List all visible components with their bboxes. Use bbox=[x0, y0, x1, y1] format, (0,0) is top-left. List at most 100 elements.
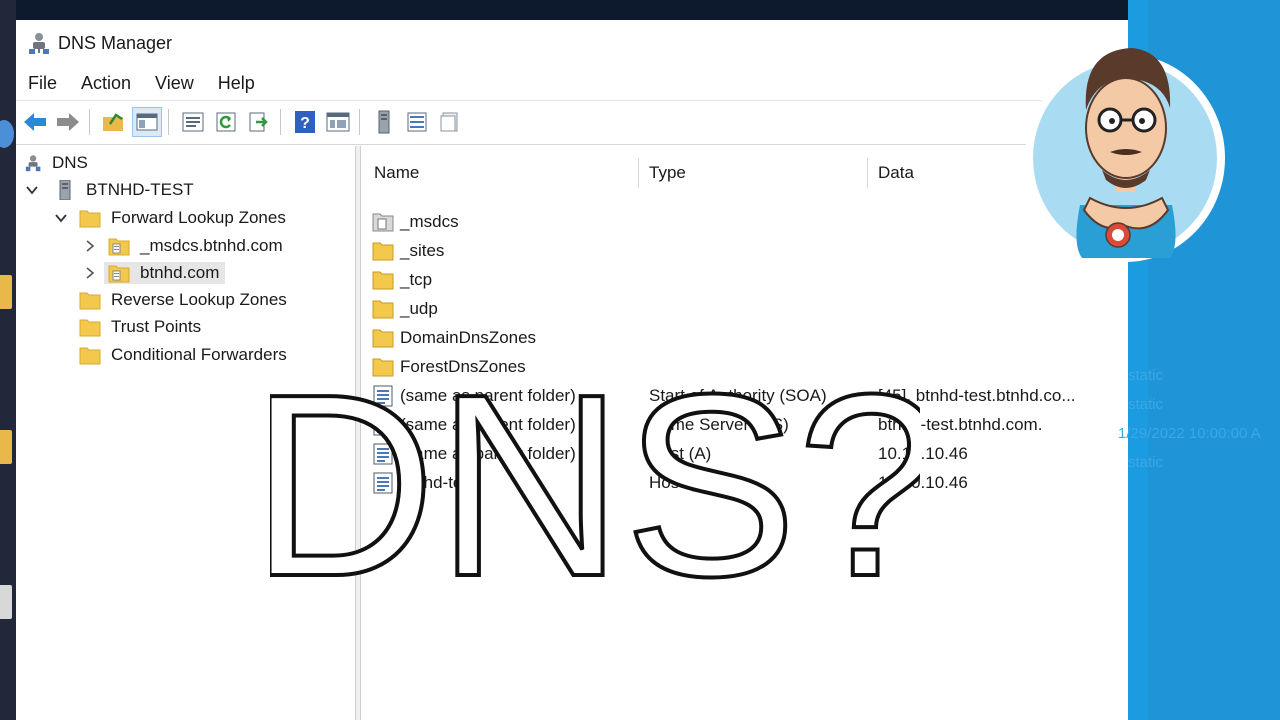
chevron-down-icon[interactable] bbox=[24, 182, 40, 198]
divider bbox=[16, 144, 1128, 145]
background-text: static bbox=[1128, 454, 1164, 471]
chevron-right-icon[interactable] bbox=[82, 265, 98, 281]
tree-item-dns[interactable]: DNS bbox=[24, 150, 88, 176]
list-item[interactable]: _sites bbox=[362, 237, 1128, 265]
zone-folder-icon bbox=[372, 213, 394, 232]
tree-item-forward-zones[interactable]: Forward Lookup Zones bbox=[53, 205, 286, 231]
tree-item-zone-msdcs[interactable]: _msdcs.btnhd.com bbox=[82, 233, 283, 259]
tree-item-zone-btnhd[interactable]: btnhd.com bbox=[82, 260, 226, 286]
folder-icon bbox=[79, 319, 101, 337]
detail-view-button[interactable] bbox=[435, 107, 465, 137]
menu-action[interactable]: Action bbox=[69, 73, 143, 94]
tree-label: _msdcs.btnhd.com bbox=[140, 236, 283, 255]
list-item[interactable]: _msdcs bbox=[362, 208, 1128, 236]
folder-icon bbox=[79, 210, 101, 228]
cell-name: _tcp bbox=[372, 266, 632, 294]
show-hide-tree-button[interactable] bbox=[132, 107, 162, 137]
record-data bbox=[878, 295, 1118, 323]
tree-item-server[interactable]: BTNHD-TEST bbox=[24, 177, 194, 203]
folder-icon bbox=[79, 292, 101, 310]
cell-name: _udp bbox=[372, 295, 632, 323]
desktop-icon[interactable] bbox=[0, 585, 12, 619]
console-icon bbox=[326, 112, 350, 132]
desktop-top-bar bbox=[16, 0, 1128, 20]
up-level-button[interactable] bbox=[99, 107, 129, 137]
toolbar-separator bbox=[168, 109, 169, 135]
toolbar-separator bbox=[359, 109, 360, 135]
folder-icon bbox=[372, 300, 394, 319]
server-icon bbox=[59, 180, 71, 200]
menu-file[interactable]: File bbox=[16, 73, 69, 94]
dns-icon bbox=[25, 155, 41, 172]
selected-item: btnhd.com bbox=[104, 262, 226, 284]
menu-view[interactable]: View bbox=[143, 73, 206, 94]
properties-button[interactable] bbox=[178, 107, 208, 137]
server-button[interactable] bbox=[369, 107, 399, 137]
list-view-icon bbox=[407, 112, 427, 132]
record-name: _sites bbox=[400, 241, 445, 260]
forward-icon bbox=[57, 113, 79, 131]
menu-bar: File Action View Help bbox=[16, 68, 267, 98]
zone-icon bbox=[108, 238, 130, 256]
show-tree-icon bbox=[136, 113, 158, 131]
svg-text:?: ? bbox=[300, 115, 310, 132]
menu-help[interactable]: Help bbox=[206, 73, 267, 94]
avatar bbox=[1025, 48, 1225, 262]
detail-view-icon bbox=[440, 112, 458, 132]
chevron-right-icon[interactable] bbox=[82, 238, 98, 254]
record-type bbox=[649, 295, 861, 323]
column-separator[interactable] bbox=[638, 158, 639, 188]
column-header-data[interactable]: Data bbox=[878, 158, 914, 188]
help-button[interactable]: ? bbox=[290, 107, 320, 137]
chevron-down-icon[interactable] bbox=[53, 210, 69, 226]
desktop-icon[interactable] bbox=[0, 120, 14, 148]
back-icon bbox=[24, 113, 46, 131]
tree-label: btnhd.com bbox=[140, 263, 220, 282]
title-bar: DNS Manager bbox=[16, 20, 1128, 66]
column-separator[interactable] bbox=[867, 158, 868, 188]
zone-icon bbox=[108, 265, 130, 283]
refresh-button[interactable] bbox=[211, 107, 241, 137]
tree-item-trust-points[interactable]: Trust Points bbox=[79, 314, 201, 340]
overlay-text: DNS? bbox=[270, 341, 920, 610]
toolbar-separator bbox=[89, 109, 90, 135]
desktop-icon[interactable] bbox=[0, 275, 12, 309]
console-button[interactable] bbox=[323, 107, 353, 137]
divider bbox=[16, 100, 1128, 101]
refresh-icon bbox=[216, 112, 236, 132]
record-name: _tcp bbox=[400, 270, 433, 289]
record-name: _udp bbox=[400, 299, 438, 318]
column-header-name[interactable]: Name bbox=[374, 158, 419, 188]
desktop-icon[interactable] bbox=[0, 430, 12, 464]
list-item[interactable]: _tcp bbox=[362, 266, 1128, 294]
export-list-button[interactable] bbox=[244, 107, 274, 137]
tree-label: DNS bbox=[52, 153, 88, 172]
background-text: static bbox=[1128, 367, 1164, 384]
record-type bbox=[649, 208, 861, 236]
overlay-title: DNS? bbox=[270, 339, 920, 610]
tree-label: Forward Lookup Zones bbox=[111, 208, 286, 227]
column-header-type[interactable]: Type bbox=[649, 158, 686, 188]
dns-manager-icon bbox=[29, 33, 49, 54]
background-text: static bbox=[1128, 396, 1164, 413]
up-folder-icon bbox=[103, 113, 123, 131]
desktop-strip bbox=[0, 0, 16, 720]
tree-label: Reverse Lookup Zones bbox=[111, 290, 287, 309]
forward-button[interactable] bbox=[53, 107, 83, 137]
record-name: _msdcs bbox=[400, 212, 459, 231]
folder-icon bbox=[372, 242, 394, 261]
back-button[interactable] bbox=[20, 107, 50, 137]
cell-name: _sites bbox=[372, 237, 632, 265]
list-view-button[interactable] bbox=[402, 107, 432, 137]
list-item[interactable]: _udp bbox=[362, 295, 1128, 323]
tree-label: Conditional Forwarders bbox=[111, 345, 287, 364]
cell-name: _msdcs bbox=[372, 208, 632, 236]
tree-label: BTNHD-TEST bbox=[86, 180, 194, 199]
server-icon bbox=[378, 110, 390, 134]
help-icon: ? bbox=[295, 111, 315, 133]
tree-item-conditional-forwarders[interactable]: Conditional Forwarders bbox=[79, 342, 287, 368]
tree-item-reverse-zones[interactable]: Reverse Lookup Zones bbox=[79, 287, 287, 313]
properties-icon bbox=[182, 112, 204, 132]
window-title: DNS Manager bbox=[58, 32, 173, 53]
background-text: 1/29/2022 10:00:00 A bbox=[1118, 425, 1261, 442]
